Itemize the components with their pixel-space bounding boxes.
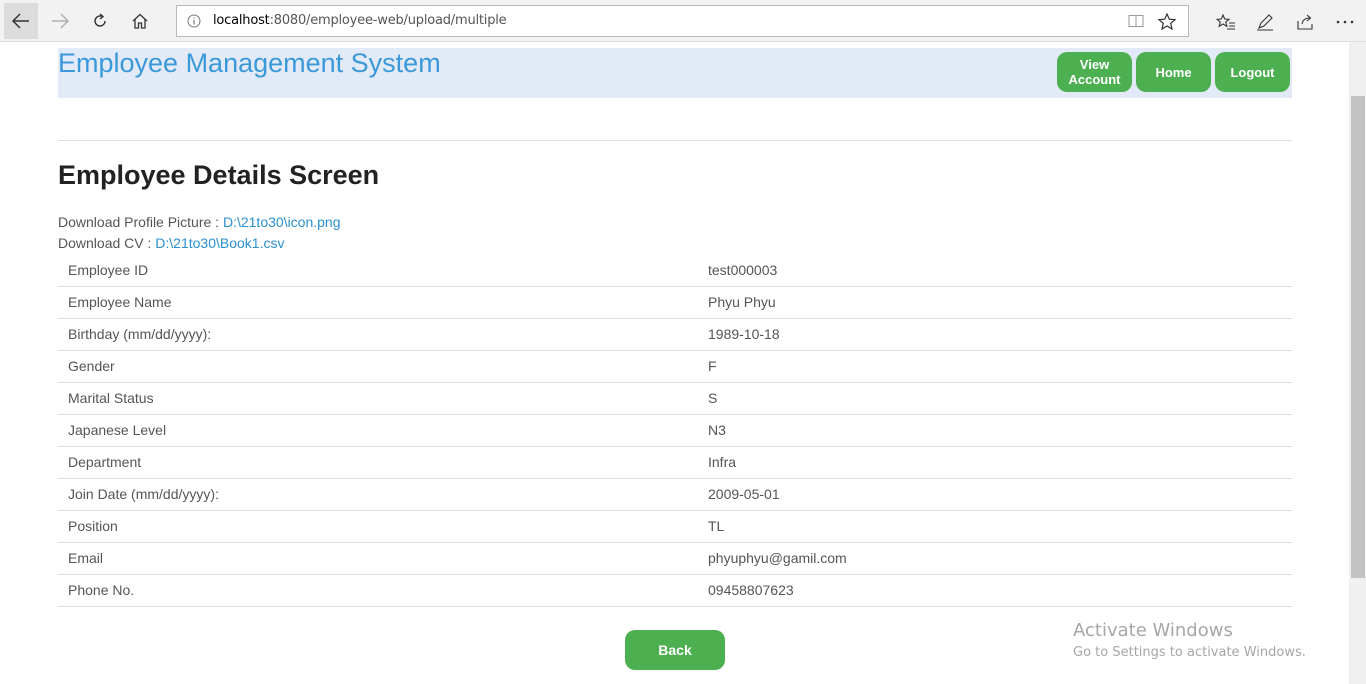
back-button[interactable]: Back [625, 630, 725, 670]
refresh-icon [94, 13, 106, 27]
watermark-line2: Go to Settings to activate Windows. [1073, 645, 1306, 660]
watermark-line1: Activate Windows [1073, 620, 1233, 641]
refresh-button[interactable] [85, 6, 115, 36]
pen-icon[interactable] [1254, 11, 1276, 33]
row-label: Department [58, 446, 698, 479]
home-nav-button[interactable] [125, 6, 155, 36]
divider [58, 140, 1292, 141]
table-row: Department Infra [58, 446, 1292, 479]
info-icon[interactable] [187, 14, 201, 33]
row-label: Japanese Level [58, 414, 698, 447]
download-cv-link[interactable]: D:\21to30\Book1.csv [155, 235, 284, 251]
arrow-right-icon [52, 13, 69, 29]
download-cv-line: Download CV : D:\21to30\Book1.csv [58, 235, 284, 251]
reading-view-icon[interactable] [1128, 14, 1144, 33]
row-value: phyuphyu@gamil.com [698, 542, 1292, 575]
view-account-label-line2: Account [1068, 72, 1121, 87]
back-nav-button[interactable] [4, 3, 38, 39]
share-icon[interactable] [1294, 11, 1316, 33]
table-row: Employee ID test000003 [58, 254, 1292, 287]
row-label: Gender [58, 350, 698, 383]
star-icon[interactable] [1157, 12, 1177, 35]
download-cv-label: Download CV : [58, 235, 156, 251]
logout-button[interactable]: Logout [1215, 52, 1290, 92]
table-row: Japanese Level N3 [58, 414, 1292, 447]
table-row: Join Date (mm/dd/yyyy): 2009-05-01 [58, 478, 1292, 511]
arrow-left-icon [12, 13, 29, 29]
row-label: Position [58, 510, 698, 543]
download-picture-label: Download Profile Picture : [58, 214, 223, 230]
page-header: Employee Management System View Account H… [58, 48, 1292, 98]
table-row: Employee Name Phyu Phyu [58, 286, 1292, 319]
table-row: Phone No. 09458807623 [58, 574, 1292, 607]
row-label: Marital Status [58, 382, 698, 415]
scrollbar-thumb[interactable] [1351, 96, 1365, 578]
page-title: Employee Details Screen [58, 160, 380, 190]
row-value: test000003 [698, 254, 1292, 287]
table-row: Birthday (mm/dd/yyyy): 1989-10-18 [58, 318, 1292, 351]
row-label: Email [58, 542, 698, 575]
row-value: 09458807623 [698, 574, 1292, 607]
row-label: Join Date (mm/dd/yyyy): [58, 478, 698, 511]
url-path: :8080/employee-web/upload/multiple [269, 13, 507, 28]
row-value: Infra [698, 446, 1292, 479]
table-row: Email phyuphyu@gamil.com [58, 542, 1292, 575]
row-label: Birthday (mm/dd/yyyy): [58, 318, 698, 351]
table-row: Position TL [58, 510, 1292, 543]
view-account-label-line1: View [1079, 57, 1110, 72]
row-label: Phone No. [58, 574, 698, 607]
more-options-icon[interactable] [1334, 11, 1356, 33]
row-value: 2009-05-01 [698, 478, 1292, 511]
home-button[interactable]: Home [1136, 52, 1211, 92]
download-picture-link[interactable]: D:\21to30\icon.png [223, 214, 341, 230]
activate-windows-watermark: Activate Windows Go to Settings to activ… [1073, 620, 1306, 660]
url-text[interactable]: localhost:8080/employee-web/upload/multi… [213, 13, 507, 28]
employee-details-table: Employee ID test000003 Employee Name Phyu … [58, 254, 1292, 607]
row-value: TL [698, 510, 1292, 543]
forward-nav-button[interactable] [45, 6, 75, 36]
view-account-button[interactable]: View Account [1057, 52, 1132, 92]
favorites-list-icon[interactable] [1215, 11, 1237, 33]
download-picture-line: Download Profile Picture : D:\21to30\ico… [58, 214, 341, 230]
row-label: Employee ID [58, 254, 698, 287]
row-label: Employee Name [58, 286, 698, 319]
row-value: F [698, 350, 1292, 383]
table-row: Gender F [58, 350, 1292, 383]
browser-toolbar: localhost:8080/employee-web/upload/multi… [0, 0, 1366, 42]
address-bar[interactable]: localhost:8080/employee-web/upload/multi… [176, 5, 1189, 37]
row-value: S [698, 382, 1292, 415]
table-row: Marital Status S [58, 382, 1292, 415]
row-value: 1989-10-18 [698, 318, 1292, 351]
house-icon [132, 13, 148, 29]
app-title: Employee Management System [58, 48, 441, 78]
url-host: localhost [213, 13, 270, 28]
row-value: N3 [698, 414, 1292, 447]
row-value: Phyu Phyu [698, 286, 1292, 319]
